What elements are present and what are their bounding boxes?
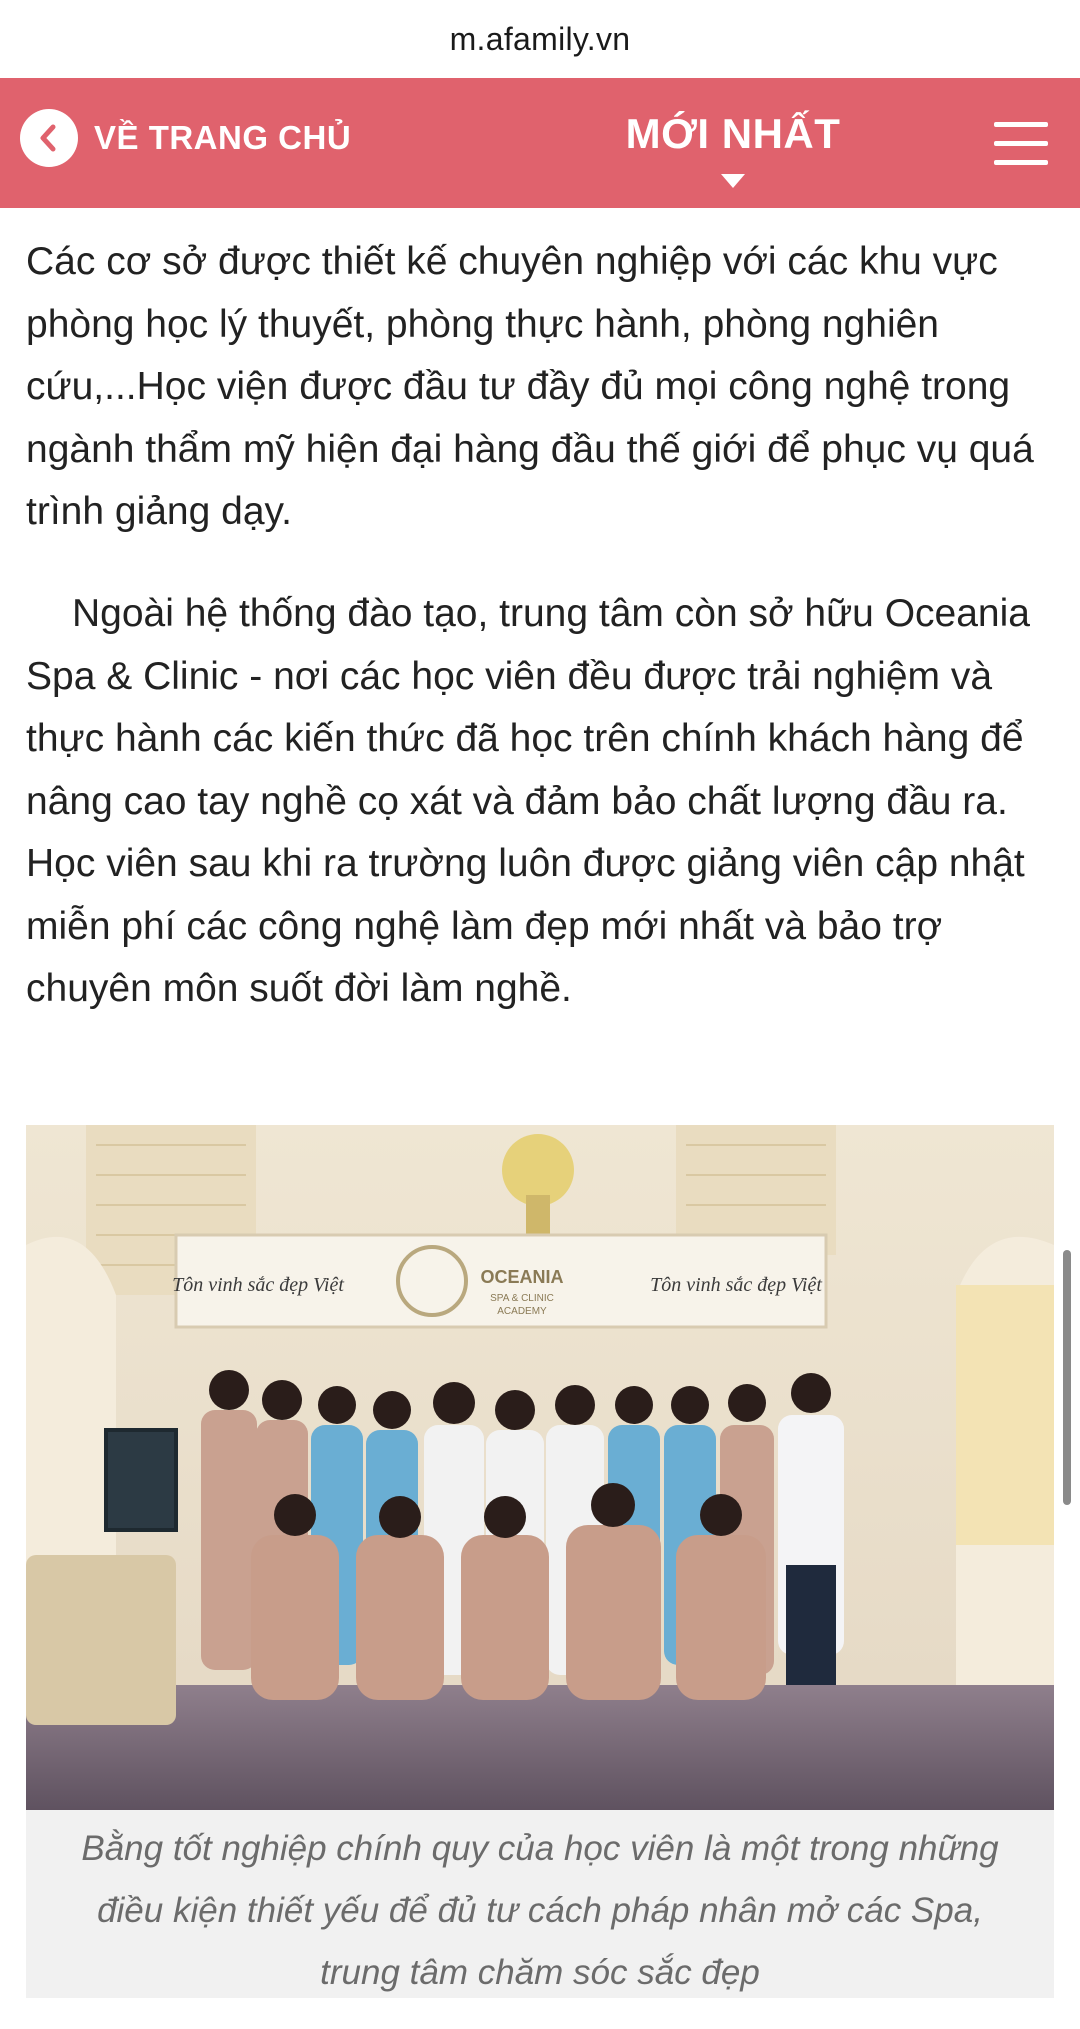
caret-down-icon <box>721 174 745 188</box>
back-to-home-label: VỀ TRANG CHỦ <box>94 119 352 156</box>
hamburger-menu-icon[interactable] <box>994 122 1048 166</box>
photo-caption-text: Bằng tốt nghiệp chính quy của học viên l… <box>81 1829 999 1992</box>
chevron-left-icon <box>20 109 78 167</box>
article-paragraph: Các cơ sở được thiết kế chuyên nghiệp vớ… <box>26 240 1034 533</box>
top-navigation-bar: VỀ TRANG CHỦ MỚI NHẤT <box>0 78 1080 208</box>
tab-latest[interactable]: MỚI NHẤT <box>600 110 866 200</box>
back-to-home-button[interactable]: VỀ TRANG CHỦ <box>20 108 351 168</box>
article-photo: Tôn vinh sắc đẹp Việt Tôn vinh sắc đẹp V… <box>26 1125 1054 1810</box>
sign-brand-sub2: ACADEMY <box>497 1306 547 1317</box>
sign-slogan-left: Tôn vinh sắc đẹp Việt <box>172 1274 344 1296</box>
address-bar[interactable]: m.afamily.vn <box>0 0 1080 78</box>
sign-brand: OCEANIA <box>480 1267 563 1287</box>
photo-caption: Bằng tốt nghiệp chính quy của học viên l… <box>26 1810 1054 1998</box>
sign-brand-sub: SPA & CLINIC <box>490 1293 554 1304</box>
url-text: m.afamily.vn <box>449 20 631 57</box>
page-scrollbar[interactable] <box>1063 1250 1071 1505</box>
article-paragraph: Ngoài hệ thống đào tạo, trung tâm còn sở… <box>26 592 1030 1010</box>
sign-slogan-right: Tôn vinh sắc đẹp Việt <box>650 1274 822 1296</box>
tab-latest-label: MỚI NHẤT <box>625 110 841 157</box>
